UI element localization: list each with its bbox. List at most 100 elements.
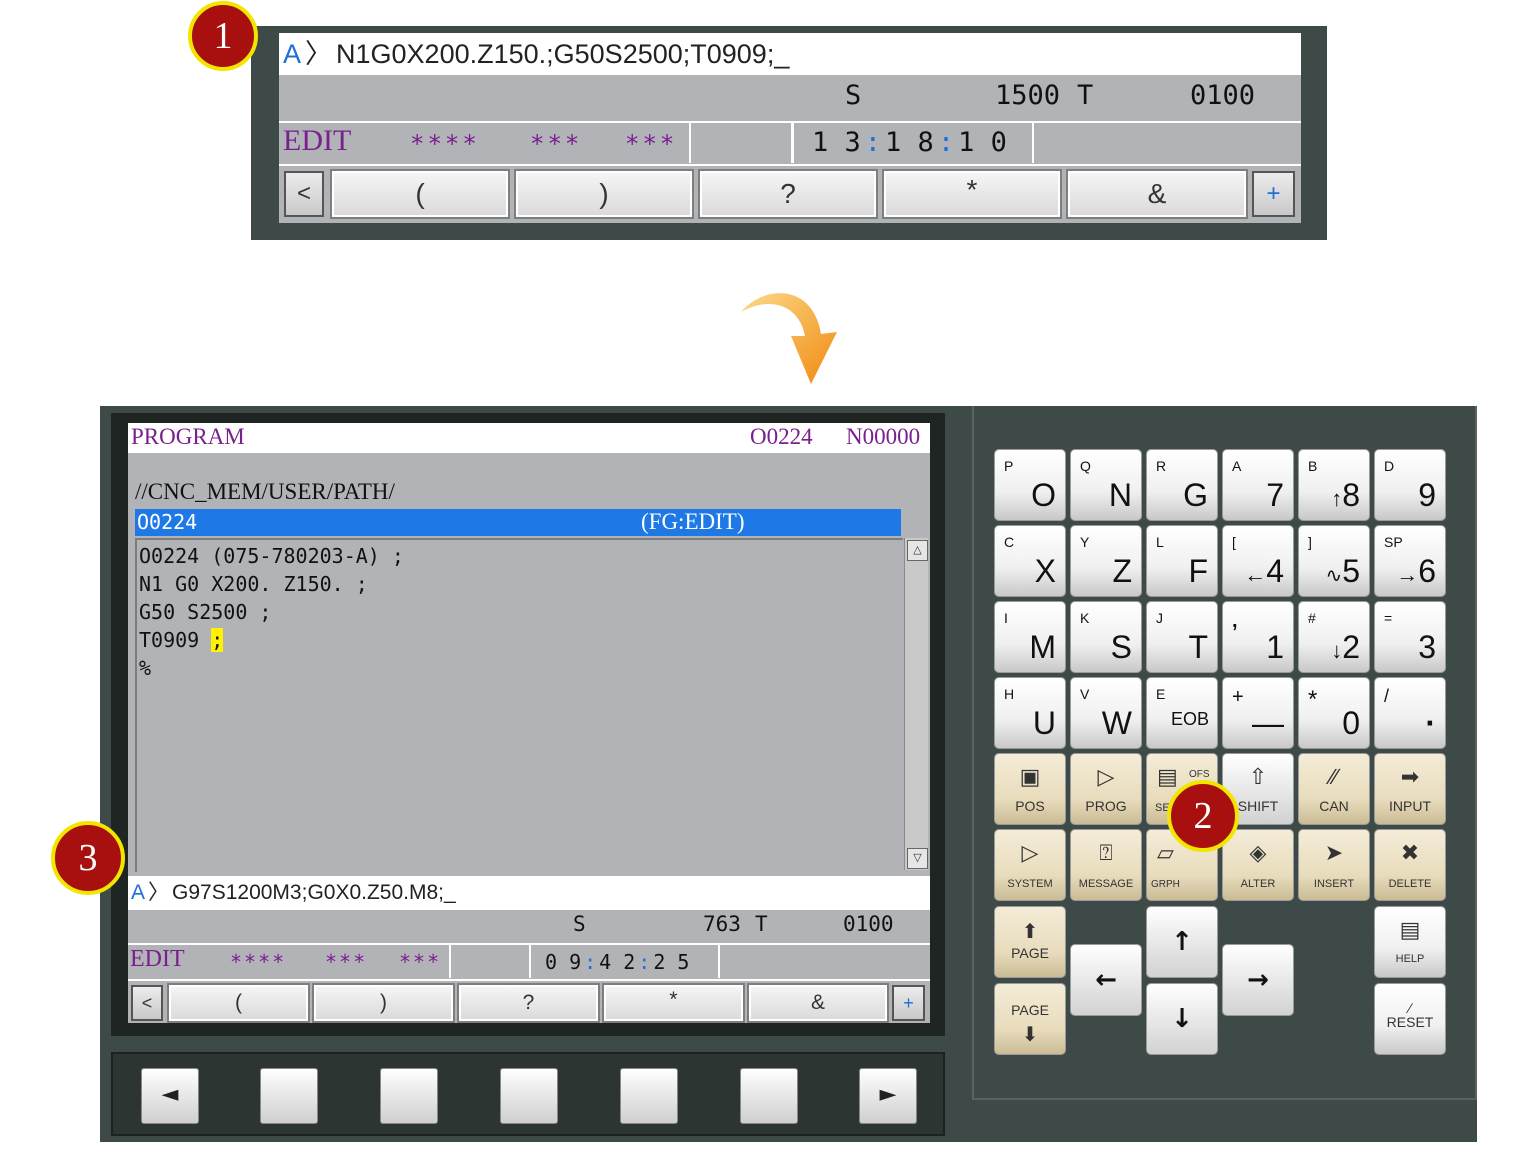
key-reset[interactable]: RESET ∕ xyxy=(1374,983,1446,1055)
key-EOB[interactable]: E EOB xyxy=(1146,677,1218,749)
key-M[interactable]: IM xyxy=(994,601,1066,673)
key-system[interactable]: ▷ SYSTEM xyxy=(994,829,1066,901)
key-main-label: ↑8 xyxy=(1331,477,1360,514)
key-main-label: 9 xyxy=(1418,477,1436,513)
key-main-label: ←4 xyxy=(1244,553,1284,590)
screen-title: PROGRAM xyxy=(131,424,245,449)
key-digit: 2 xyxy=(1342,629,1360,665)
hw-softkey-5[interactable] xyxy=(740,1068,798,1124)
bottom-softkey-prev[interactable]: < xyxy=(131,985,163,1021)
key-insert[interactable]: ➤ INSERT xyxy=(1298,829,1370,901)
top-softkey-prev[interactable]: < xyxy=(284,171,324,217)
insert-icon: ➤ xyxy=(1324,840,1344,865)
hw-softkey-4[interactable] xyxy=(620,1068,678,1124)
bottom-softkey-question[interactable]: ? xyxy=(457,983,600,1023)
key-main-label: 1 xyxy=(1266,629,1284,665)
key-label: RESET xyxy=(1386,1014,1434,1030)
selected-file-bar[interactable]: O0224 (FG:EDIT) xyxy=(135,509,901,536)
bottom-input-line[interactable]: A 〉 G97S1200M3;G0X0.Z50.M8;_ xyxy=(128,876,930,910)
key-7[interactable]: A7 xyxy=(1222,449,1294,521)
key-label: GRPH xyxy=(1151,879,1180,890)
top-softkey-question[interactable]: ? xyxy=(698,169,878,219)
key-period[interactable]: / · xyxy=(1374,677,1446,749)
key-main-label: Z xyxy=(1112,553,1132,589)
bottom-status-stars-2: *** xyxy=(325,950,368,974)
page-up-arrow-icon: ⬆ xyxy=(1021,921,1039,943)
top-status-divider-1 xyxy=(689,123,691,163)
key-3[interactable]: = 3 xyxy=(1374,601,1446,673)
key-digit: 5 xyxy=(1342,553,1360,589)
key-label: HELP xyxy=(1395,953,1425,965)
bottom-spindle-label: S xyxy=(573,912,586,936)
key-main-label: F xyxy=(1188,553,1208,589)
bottom-softkey-open-paren[interactable]: ( xyxy=(167,983,310,1023)
key-T[interactable]: JT xyxy=(1146,601,1218,673)
bottom-clock-minutes: 4 2 xyxy=(599,950,636,974)
cancel-slash-icon: ∕∕ xyxy=(1330,764,1338,789)
key-U[interactable]: HU xyxy=(994,677,1066,749)
key-sub-label: , xyxy=(1232,610,1238,632)
reset-slash-icon: ∕ xyxy=(1408,1000,1412,1016)
key-5[interactable]: ] ∿5 xyxy=(1298,525,1370,597)
cursor-left-key[interactable]: ← xyxy=(1070,944,1142,1016)
key-sub-label: V xyxy=(1080,686,1090,702)
key-N[interactable]: QN xyxy=(1070,449,1142,521)
key-F[interactable]: LF xyxy=(1146,525,1218,597)
hw-softkey-3[interactable] xyxy=(500,1068,558,1124)
key-1[interactable]: ,1 xyxy=(1222,601,1294,673)
key-4[interactable]: [←4 xyxy=(1222,525,1294,597)
key-main-label: EOB xyxy=(1170,709,1209,729)
cursor-right-key[interactable]: → xyxy=(1222,944,1294,1016)
top-softkey-next[interactable]: + xyxy=(1252,171,1295,217)
key-S[interactable]: KS xyxy=(1070,601,1142,673)
key-2[interactable]: # ↓2 xyxy=(1298,601,1370,673)
key-sub-label: I xyxy=(1004,610,1008,626)
key-alter[interactable]: ◈ ALTER xyxy=(1222,829,1294,901)
program-editor[interactable]: O0224 (075-780203-A) ; N1 G0 X200. Z150.… xyxy=(135,538,903,872)
top-status-stars-1: **** xyxy=(410,130,480,158)
key-8[interactable]: B ↑8 xyxy=(1298,449,1370,521)
key-can[interactable]: ∕∕ CAN xyxy=(1298,753,1370,825)
key-pos[interactable]: ▣ POS xyxy=(994,753,1066,825)
editor-scrollbar[interactable]: △ ▽ xyxy=(904,538,928,870)
hw-softkey-2[interactable] xyxy=(380,1068,438,1124)
key-6[interactable]: SP →6 xyxy=(1374,525,1446,597)
bottom-softkey-next[interactable]: + xyxy=(892,985,925,1021)
shift-arrow-icon: ⇧ xyxy=(1248,764,1268,789)
key-page-up[interactable]: ⬆ PAGE xyxy=(994,906,1066,978)
top-softkey-ampersand[interactable]: & xyxy=(1066,169,1248,219)
key-Z[interactable]: YZ xyxy=(1070,525,1142,597)
bottom-softkey-close-paren[interactable]: ) xyxy=(312,983,455,1023)
hw-softkey-left[interactable]: ◄ xyxy=(141,1068,199,1124)
top-softkey-open-paren[interactable]: ( xyxy=(330,169,510,219)
key-G[interactable]: RG xyxy=(1146,449,1218,521)
bottom-softkey-ampersand[interactable]: & xyxy=(747,983,889,1023)
bottom-softkey-asterisk[interactable]: * xyxy=(602,983,745,1023)
cursor-down-key[interactable]: ↓ xyxy=(1146,983,1218,1055)
cursor-up-key[interactable]: ↑ xyxy=(1146,906,1218,978)
program-header: PROGRAM O0224 N00000 xyxy=(128,423,930,453)
hw-softkey-right[interactable]: ► xyxy=(859,1068,917,1124)
key-page-down[interactable]: PAGE ⬇ xyxy=(994,983,1066,1055)
key-O[interactable]: PO xyxy=(994,449,1066,521)
key-help[interactable]: ▤ HELP xyxy=(1374,906,1446,978)
key-minus[interactable]: + — xyxy=(1222,677,1294,749)
bottom-status-divider-2 xyxy=(529,945,531,978)
key-W[interactable]: VW xyxy=(1070,677,1142,749)
scroll-up-button[interactable]: △ xyxy=(907,540,928,561)
key-message[interactable]: ⍰ MESSAGE xyxy=(1070,829,1142,901)
key-main-label: · xyxy=(1425,705,1436,741)
key-X[interactable]: CX xyxy=(994,525,1066,597)
top-softkey-close-paren[interactable]: ) xyxy=(514,169,694,219)
key-delete[interactable]: ✖ DELETE xyxy=(1374,829,1446,901)
top-softkey-asterisk[interactable]: * xyxy=(882,169,1062,219)
key-9[interactable]: D9 xyxy=(1374,449,1446,521)
key-prog[interactable]: ▷ PROG xyxy=(1070,753,1142,825)
top-input-line[interactable]: A 〉 N1G0X200.Z150.;G50S2500;T0909;_ xyxy=(279,33,1301,75)
key-0[interactable]: * 0 xyxy=(1298,677,1370,749)
input-prompt-a: A xyxy=(131,881,146,904)
scroll-down-button[interactable]: ▽ xyxy=(907,848,928,869)
key-input[interactable]: ➡ INPUT xyxy=(1374,753,1446,825)
hw-softkey-1[interactable] xyxy=(260,1068,318,1124)
key-sub-label: C xyxy=(1004,534,1015,550)
